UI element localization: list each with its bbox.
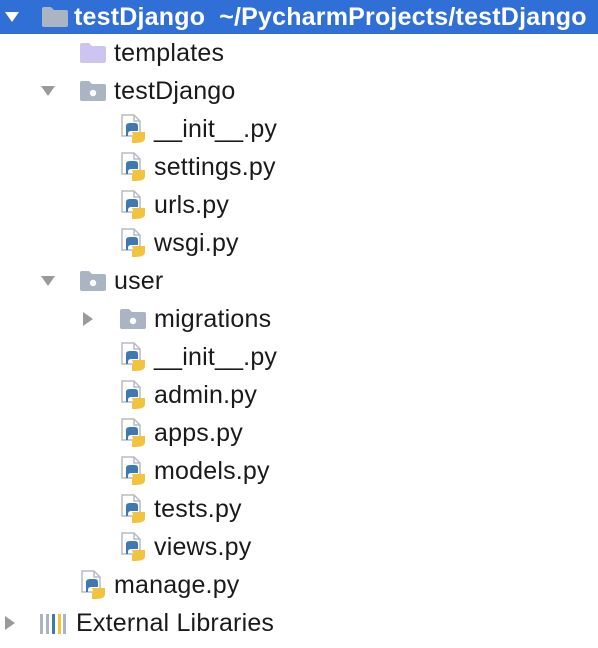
package-folder-icon [78,266,108,296]
tree-row-file[interactable]: admin.py [0,376,598,414]
tree-item-label: manage.py [114,571,240,599]
chevron-down-icon[interactable] [2,7,22,27]
project-root-label: testDjango ~/PycharmProjects/testDjango [74,2,587,32]
python-file-icon [118,380,148,410]
tree-row-templates[interactable]: templates [0,34,598,72]
library-icon [38,608,68,638]
python-file-icon [118,494,148,524]
project-name: testDjango [74,3,206,31]
tree-row-file[interactable]: tests.py [0,490,598,528]
tree-row-file[interactable]: settings.py [0,148,598,186]
python-file-icon [118,456,148,486]
package-folder-icon [118,304,148,334]
chevron-right-icon[interactable] [78,309,98,329]
python-file-icon [118,418,148,448]
tree-item-label: testDjango [114,77,236,105]
python-file-icon [118,532,148,562]
tree-item-label: admin.py [154,381,258,409]
chevron-right-icon[interactable] [0,613,20,633]
tree-row-external-libraries[interactable]: External Libraries [0,604,598,642]
tree-row-migrations[interactable]: migrations [0,300,598,338]
project-path: ~/PycharmProjects/testDjango [219,3,587,31]
python-file-icon [118,228,148,258]
tree-item-label: wsgi.py [154,229,239,257]
tree-item-label: tests.py [154,495,242,523]
folder-icon [78,38,108,68]
tree-row-testdjango-package[interactable]: testDjango [0,72,598,110]
tree-row-file[interactable]: urls.py [0,186,598,224]
tree-item-label: External Libraries [76,609,275,637]
chevron-down-icon[interactable] [38,271,58,291]
python-file-icon [118,342,148,372]
package-folder-icon [78,76,108,106]
tree-item-label: models.py [154,457,270,485]
tree-item-label: urls.py [154,191,230,219]
python-file-icon [118,114,148,144]
project-tree: testDjango ~/PycharmProjects/testDjango t… [0,0,598,642]
tree-item-label: apps.py [154,419,243,447]
tree-item-label: migrations [154,305,272,333]
tree-item-label: user [114,267,164,295]
tree-row-file[interactable]: apps.py [0,414,598,452]
tree-item-label: settings.py [154,153,276,181]
tree-row-file[interactable]: __init__.py [0,338,598,376]
tree-row-file[interactable]: __init__.py [0,110,598,148]
tree-row-file[interactable]: models.py [0,452,598,490]
python-file-icon [118,190,148,220]
python-file-icon [118,152,148,182]
tree-item-label: __init__.py [154,343,278,371]
folder-icon [40,2,70,32]
tree-item-label: __init__.py [154,115,278,143]
tree-item-label: views.py [154,533,252,561]
tree-row-file[interactable]: manage.py [0,566,598,604]
tree-row-user-package[interactable]: user [0,262,598,300]
python-file-icon [78,570,108,600]
tree-row-project-root[interactable]: testDjango ~/PycharmProjects/testDjango [0,0,598,34]
tree-row-file[interactable]: views.py [0,528,598,566]
tree-item-label: templates [114,39,225,67]
chevron-down-icon[interactable] [38,81,58,101]
tree-row-file[interactable]: wsgi.py [0,224,598,262]
